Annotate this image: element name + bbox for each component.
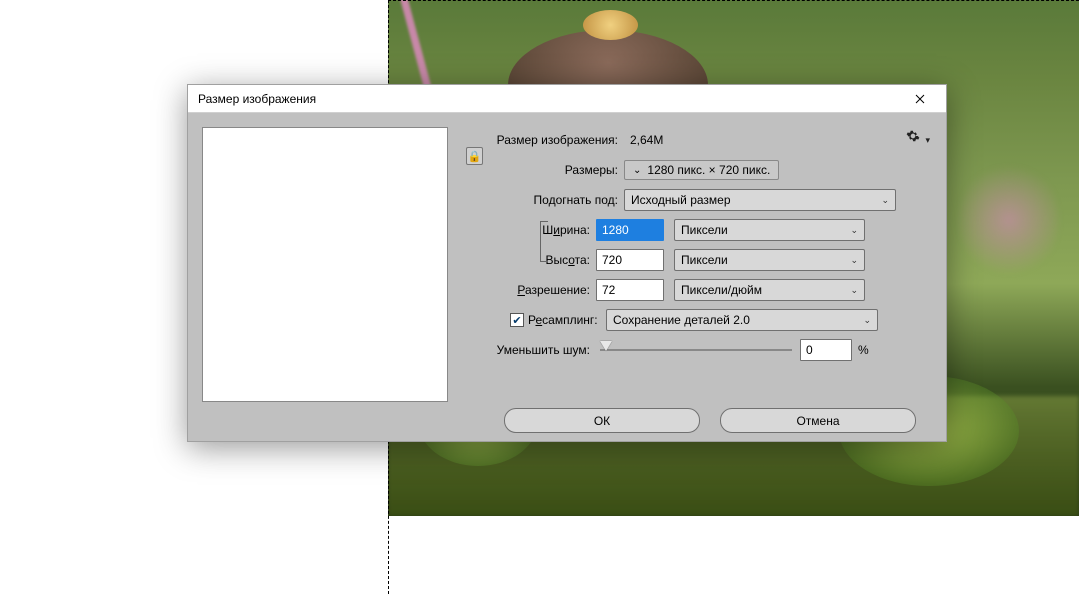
dialog-titlebar[interactable]: Размер изображения bbox=[188, 85, 946, 113]
resample-label: Ресамплинг: bbox=[528, 313, 606, 327]
reduce-noise-input[interactable] bbox=[800, 339, 852, 361]
selection-marquee-top bbox=[388, 0, 1079, 1]
chevron-down-icon: ⌄ bbox=[850, 225, 858, 236]
image-size-value: 2,64M bbox=[624, 133, 663, 147]
settings-gear-button[interactable]: ▾ bbox=[906, 129, 930, 146]
close-icon bbox=[915, 94, 925, 104]
cancel-button[interactable]: Отмена bbox=[720, 408, 916, 433]
chevron-down-icon: ⌄ bbox=[850, 285, 858, 296]
image-size-label: Размер изображения: bbox=[464, 133, 624, 147]
width-unit-value: Пиксели bbox=[681, 223, 728, 237]
fit-to-value: Исходный размер bbox=[631, 193, 731, 207]
resolution-input[interactable] bbox=[596, 279, 664, 301]
gear-caret-icon: ▾ bbox=[925, 135, 930, 145]
chevron-down-icon: ⌄ bbox=[633, 165, 641, 176]
height-input[interactable] bbox=[596, 249, 664, 271]
resolution-unit-value: Пиксели/дюйм bbox=[681, 283, 762, 297]
resample-method-value: Сохранение деталей 2.0 bbox=[613, 313, 750, 327]
dimensions-label: Размеры: bbox=[464, 163, 624, 177]
link-icon: 🔒 bbox=[468, 150, 482, 163]
resolution-label: Разрешение: bbox=[464, 283, 596, 297]
chevron-down-icon: ⌄ bbox=[863, 315, 871, 326]
dimensions-dropdown[interactable]: ⌄ 1280 пикс. × 720 пикс. bbox=[624, 160, 779, 180]
reduce-noise-unit: % bbox=[858, 343, 869, 357]
width-unit-select[interactable]: Пиксели ⌄ bbox=[674, 219, 865, 241]
chevron-down-icon: ⌄ bbox=[881, 195, 889, 206]
resample-checkbox[interactable]: ✔ bbox=[510, 313, 524, 327]
ok-button[interactable]: ОК bbox=[504, 408, 700, 433]
reduce-noise-slider[interactable] bbox=[600, 341, 792, 359]
width-input[interactable] bbox=[596, 219, 664, 241]
gear-icon bbox=[906, 129, 920, 143]
fit-to-label: Подогнать под: bbox=[464, 193, 624, 207]
height-unit-select[interactable]: Пиксели ⌄ bbox=[674, 249, 865, 271]
close-button[interactable] bbox=[898, 85, 942, 113]
preview-pane bbox=[202, 127, 448, 402]
resolution-unit-select[interactable]: Пиксели/дюйм ⌄ bbox=[674, 279, 865, 301]
resample-method-select[interactable]: Сохранение деталей 2.0 ⌄ bbox=[606, 309, 878, 331]
image-size-dialog: Размер изображения ▾ Размер изображения:… bbox=[187, 84, 947, 442]
dialog-title: Размер изображения bbox=[198, 92, 898, 106]
reduce-noise-label: Уменьшить шум: bbox=[464, 343, 596, 357]
chevron-down-icon: ⌄ bbox=[850, 255, 858, 266]
slider-thumb-icon[interactable] bbox=[600, 341, 612, 351]
constrain-proportions-bracket bbox=[530, 213, 550, 269]
constrain-proportions-button[interactable]: 🔒 bbox=[466, 147, 483, 165]
fit-to-select[interactable]: Исходный размер ⌄ bbox=[624, 189, 896, 211]
height-unit-value: Пиксели bbox=[681, 253, 728, 267]
dimensions-value: 1280 пикс. × 720 пикс. bbox=[647, 163, 770, 177]
